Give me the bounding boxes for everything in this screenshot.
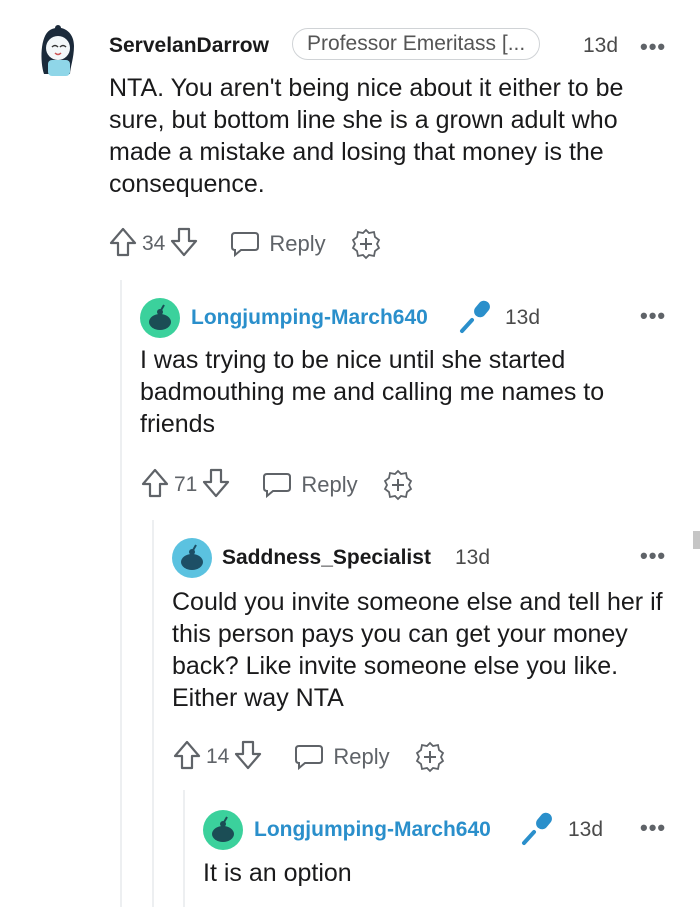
upvote-icon[interactable] [140, 467, 170, 504]
thread-line-level-3[interactable] [183, 790, 185, 907]
reply-bubble-icon [263, 473, 292, 499]
scrollbar-thumb[interactable] [693, 531, 700, 549]
reply-button[interactable]: Reply [229, 230, 326, 258]
comment-body: Could you invite someone else and tell h… [172, 588, 663, 712]
avatar[interactable] [30, 22, 86, 78]
upvote-icon[interactable] [172, 739, 202, 776]
downvote-icon[interactable] [233, 739, 263, 776]
downvote-icon[interactable] [169, 226, 199, 263]
more-options-icon[interactable]: ••• [640, 815, 666, 841]
reply-button[interactable]: Reply [261, 471, 358, 499]
comment-actions: 14 Reply [172, 740, 446, 774]
username[interactable]: ServelanDarrow [109, 34, 269, 58]
vote-count: 71 [174, 473, 198, 496]
comment-actions: 71 Reply [140, 468, 414, 502]
reply-label: Reply [333, 744, 390, 769]
reply-label: Reply [301, 472, 358, 497]
timestamp: 13d [583, 34, 619, 57]
downvote-icon[interactable] [201, 467, 231, 504]
reply-button[interactable]: Reply [293, 743, 390, 771]
more-options-icon[interactable]: ••• [640, 543, 666, 569]
username[interactable]: Longjumping-March640 [191, 306, 428, 330]
reply-bubble-icon [295, 745, 324, 771]
comment-actions: 34 Reply [108, 227, 382, 261]
award-plus-icon[interactable] [350, 228, 382, 260]
vote-count: 34 [142, 232, 166, 255]
reply-bubble-icon [231, 232, 260, 258]
reply-label: Reply [269, 231, 326, 256]
comment-body: It is an option [203, 859, 352, 887]
username[interactable]: Longjumping-March640 [254, 818, 491, 842]
comment-body: NTA. You aren't being nice about it eith… [109, 74, 624, 198]
award-plus-icon[interactable] [382, 469, 414, 501]
upvote-icon[interactable] [108, 226, 138, 263]
vote-count: 14 [206, 745, 230, 768]
thread-line-level-1[interactable] [120, 280, 122, 907]
more-options-icon[interactable]: ••• [640, 303, 666, 329]
award-plus-icon[interactable] [414, 741, 446, 773]
timestamp: 13d [568, 818, 604, 841]
timestamp: 13d [505, 306, 541, 329]
microphone-icon [458, 298, 494, 339]
thread-line-level-2[interactable] [152, 520, 154, 907]
avatar[interactable] [140, 298, 180, 338]
comment-body: I was trying to be nice until she starte… [140, 346, 605, 438]
timestamp: 13d [455, 546, 491, 569]
user-flair: Professor Emeritass [... [292, 28, 541, 60]
microphone-icon [520, 810, 556, 851]
avatar[interactable] [203, 810, 243, 850]
username[interactable]: Saddness_Specialist [222, 546, 431, 570]
avatar[interactable] [172, 538, 212, 578]
more-options-icon[interactable]: ••• [640, 34, 666, 60]
